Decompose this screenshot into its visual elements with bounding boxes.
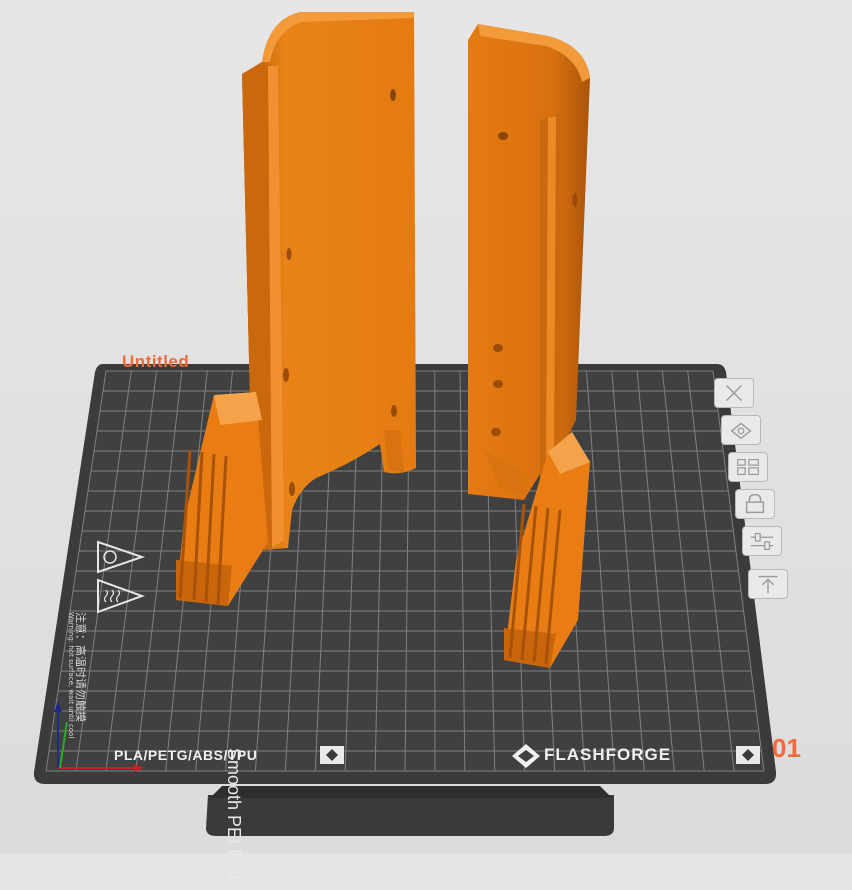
arrange-button[interactable] <box>728 452 768 482</box>
close-icon <box>715 379 753 407</box>
filament-types-label: PLA/PETG/ABS/TPU <box>114 747 257 763</box>
lock-icon <box>736 490 774 518</box>
close-plate-button[interactable] <box>714 378 754 408</box>
sliders-icon <box>743 527 781 555</box>
move-plate-button[interactable] <box>748 569 788 599</box>
plate-stand <box>206 786 614 836</box>
lock-plate-button[interactable] <box>735 489 775 519</box>
plate-settings-button[interactable] <box>742 526 782 556</box>
plate-number-label: 01 <box>772 733 801 764</box>
plate-type-label: Smooth PEI Plate <box>223 748 244 890</box>
plate-warning-text: 注意：高温时请勿触摸 Warning: hot surface, wait un… <box>67 612 86 722</box>
brand-label: FLASHFORGE <box>544 745 671 765</box>
plate-name-label[interactable]: Untitled <box>122 352 189 372</box>
warning-subtitle: Warning: hot surface, wait until cool <box>67 612 75 722</box>
arrange-icon <box>729 453 767 481</box>
auto-orient-button[interactable] <box>721 415 761 445</box>
warning-title: 注意：高温时请勿触摸 <box>74 612 87 722</box>
plate-type-label-wrap: Smooth PEI Plate <box>102 374 124 514</box>
orient-icon <box>722 416 760 444</box>
move-icon <box>749 570 787 598</box>
plate-toolbar <box>712 378 812 608</box>
